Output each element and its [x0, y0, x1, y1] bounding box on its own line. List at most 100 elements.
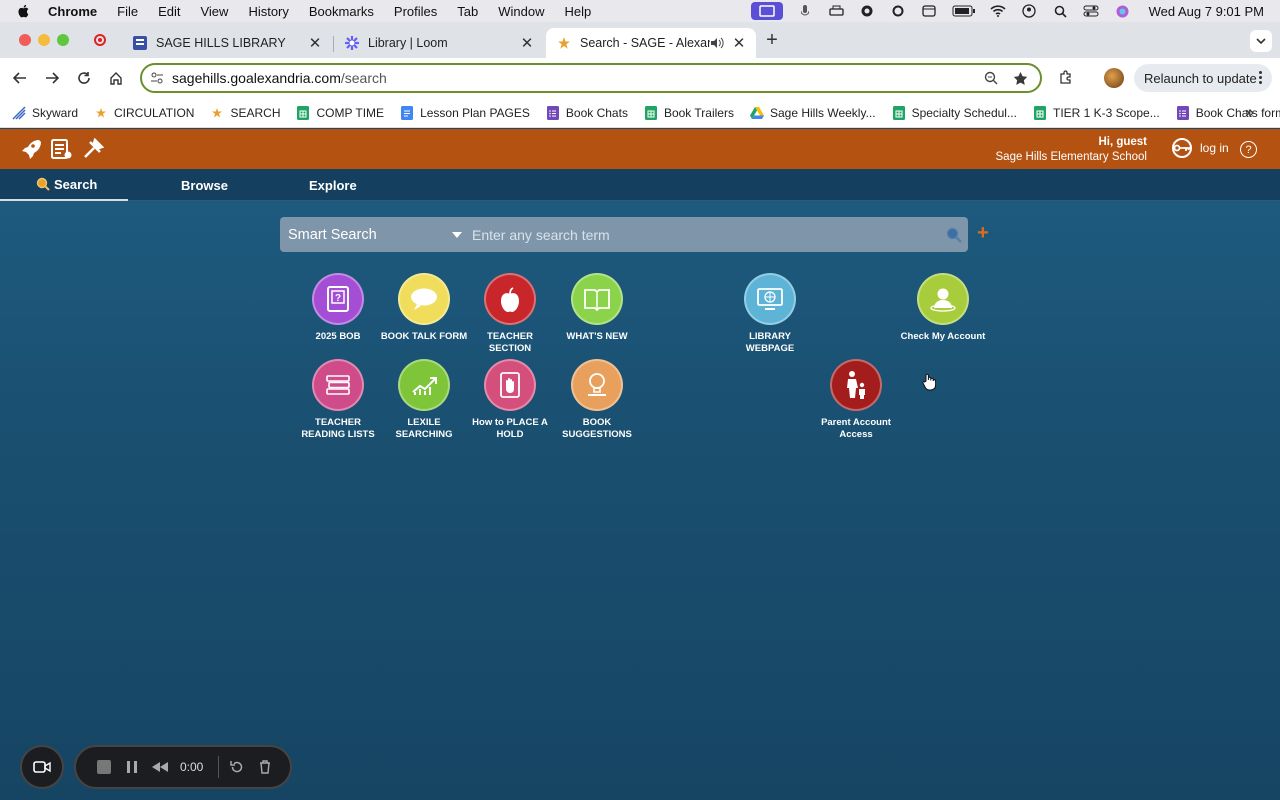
tile-label: BOOK TALK FORM — [380, 331, 468, 342]
tile-lexile-searching[interactable]: LEXILE SEARCHING — [379, 359, 469, 440]
bookmark-book-chats[interactable]: Book Chats — [546, 105, 628, 120]
bookmark-star-icon[interactable] — [1013, 71, 1028, 86]
tab-explore[interactable]: Explore — [292, 169, 357, 201]
menu-tab[interactable]: Tab — [457, 4, 478, 19]
bookmark-label: Book Chats — [565, 105, 628, 120]
search-icon[interactable] — [946, 227, 962, 243]
bookmark-search[interactable]: SEARCH — [210, 106, 280, 120]
search-input[interactable] — [472, 226, 946, 243]
control-divider — [218, 756, 219, 778]
tools-icon[interactable] — [81, 137, 105, 161]
tab-library-loom[interactable]: Library | Loom ✕ — [334, 28, 544, 58]
menu-view[interactable]: View — [200, 4, 228, 19]
catalog-list-icon[interactable] — [49, 137, 73, 161]
battery-icon[interactable] — [952, 5, 976, 17]
drive-icon — [749, 106, 764, 120]
pause-recording-button[interactable] — [118, 761, 146, 773]
sheets-icon — [1033, 105, 1047, 120]
new-tab-button[interactable]: + — [762, 29, 782, 52]
tile-teacher-section[interactable]: TEACHER SECTION — [465, 273, 555, 354]
wifi-icon[interactable] — [990, 5, 1007, 17]
menu-help[interactable]: Help — [565, 4, 592, 19]
tab-search-chevron-icon[interactable] — [1250, 30, 1272, 52]
extensions-icon[interactable] — [1052, 64, 1080, 92]
delete-recording-button[interactable] — [251, 760, 279, 774]
search-mode-caret-icon[interactable] — [452, 231, 462, 238]
tile-book-suggestions[interactable]: BOOK SUGGESTIONS — [552, 359, 642, 440]
bookmark-specialty-schedule[interactable]: Specialty Schedul... — [892, 105, 1017, 120]
microphone-icon[interactable] — [797, 5, 814, 17]
creative-cloud-icon[interactable] — [859, 5, 876, 17]
docs-icon — [400, 105, 414, 120]
tile-teacher-reading-lists[interactable]: TEACHER READING LISTS — [293, 359, 383, 440]
screen-share-icon[interactable] — [750, 2, 783, 20]
search-mode-dropdown[interactable]: Smart Search — [288, 227, 452, 243]
close-window-button[interactable] — [19, 34, 31, 46]
back-button[interactable] — [6, 64, 34, 92]
more-bookmarks-chevron-icon[interactable]: » — [1245, 104, 1254, 122]
relaunch-to-update-button[interactable]: Relaunch to update — [1134, 64, 1272, 92]
forward-button[interactable] — [38, 64, 66, 92]
bookmark-skyward[interactable]: Skyward — [12, 106, 78, 120]
menu-profiles[interactable]: Profiles — [394, 4, 437, 19]
printer-icon[interactable] — [828, 5, 845, 17]
bookmark-sage-hills-weekly[interactable]: Sage Hills Weekly... — [749, 106, 876, 120]
home-button[interactable] — [102, 64, 130, 92]
tile-whats-new[interactable]: WHAT'S NEW — [552, 273, 642, 343]
tile-book-talk-form[interactable]: BOOK TALK FORM — [379, 273, 469, 343]
bookmark-lesson-plan-pages[interactable]: Lesson Plan PAGES — [400, 105, 530, 120]
close-tab-button[interactable]: ✕ — [730, 34, 748, 52]
menu-window[interactable]: Window — [498, 4, 544, 19]
menubar-clock[interactable]: Wed Aug 7 9:01 PM — [1149, 4, 1264, 19]
site-settings-icon[interactable] — [150, 71, 164, 85]
restart-recording-button[interactable] — [223, 760, 251, 774]
tab-browse[interactable]: Browse — [164, 169, 228, 201]
tile-place-a-hold[interactable]: How to PLACE A HOLD — [465, 359, 555, 440]
extension-status-icon[interactable] — [890, 5, 907, 17]
rewind-button[interactable] — [146, 762, 174, 772]
menu-file[interactable]: File — [117, 4, 138, 19]
stop-recording-button[interactable] — [90, 760, 118, 774]
menu-history[interactable]: History — [248, 4, 288, 19]
help-button[interactable]: ? — [1240, 141, 1257, 158]
login-button[interactable]: log in — [1170, 137, 1229, 159]
close-tab-button[interactable]: ✕ — [306, 34, 324, 52]
speaker-icon[interactable] — [710, 37, 724, 49]
address-url[interactable]: sagehills.goalexandria.com/search — [172, 70, 387, 86]
add-search-criteria-button[interactable]: + — [977, 223, 989, 243]
chrome-menu-icon[interactable] — [1259, 71, 1262, 84]
calendar-icon[interactable] — [921, 5, 938, 17]
menu-edit[interactable]: Edit — [158, 4, 180, 19]
tab-search-label: Search — [54, 176, 98, 192]
tile-parent-account-access[interactable]: Parent Account Access — [811, 359, 901, 440]
reload-button[interactable] — [70, 64, 98, 92]
menu-bookmarks[interactable]: Bookmarks — [309, 4, 374, 19]
siri-icon[interactable] — [1114, 5, 1131, 17]
rocket-icon[interactable] — [18, 137, 42, 161]
tile-library-webpage[interactable]: LIBRARY WEBPAGE — [725, 273, 815, 354]
forms-icon — [1176, 105, 1190, 120]
profile-avatar[interactable] — [1100, 64, 1128, 92]
lightbulb-icon — [571, 359, 623, 411]
bookmark-tier-1-scope[interactable]: TIER 1 K-3 Scope... — [1033, 105, 1160, 120]
bookmark-book-trailers[interactable]: Book Trailers — [644, 105, 734, 120]
tab-sage-hills-library[interactable]: SAGE HILLS LIBRARY ✕ — [122, 28, 332, 58]
spotlight-search-icon[interactable] — [1052, 5, 1069, 18]
user-account-icon[interactable] — [1021, 4, 1038, 18]
menu-app-name[interactable]: Chrome — [48, 4, 97, 19]
control-center-icon[interactable] — [1083, 5, 1100, 17]
bookmark-comp-time[interactable]: COMP TIME — [296, 105, 384, 120]
tab-search-sage-alexandria[interactable]: Search - SAGE - Alexandria ✕ — [546, 28, 756, 58]
zoom-icon[interactable] — [984, 71, 998, 85]
apple-menu-icon[interactable] — [16, 3, 32, 19]
tab-search[interactable]: Search — [0, 169, 128, 201]
bookmark-book-chats-form[interactable]: Book Chats form — [1176, 105, 1280, 120]
camera-toggle-button[interactable] — [20, 745, 64, 789]
bookmark-circulation[interactable]: CIRCULATION — [94, 106, 194, 120]
tile-check-my-account[interactable]: Check My Account — [898, 273, 988, 343]
close-tab-button[interactable]: ✕ — [518, 34, 536, 52]
address-bar[interactable]: sagehills.goalexandria.com/search — [140, 63, 1042, 93]
maximize-window-button[interactable] — [57, 34, 69, 46]
minimize-window-button[interactable] — [38, 34, 50, 46]
tile-2025-bob[interactable]: ? 2025 BOB — [293, 273, 383, 343]
